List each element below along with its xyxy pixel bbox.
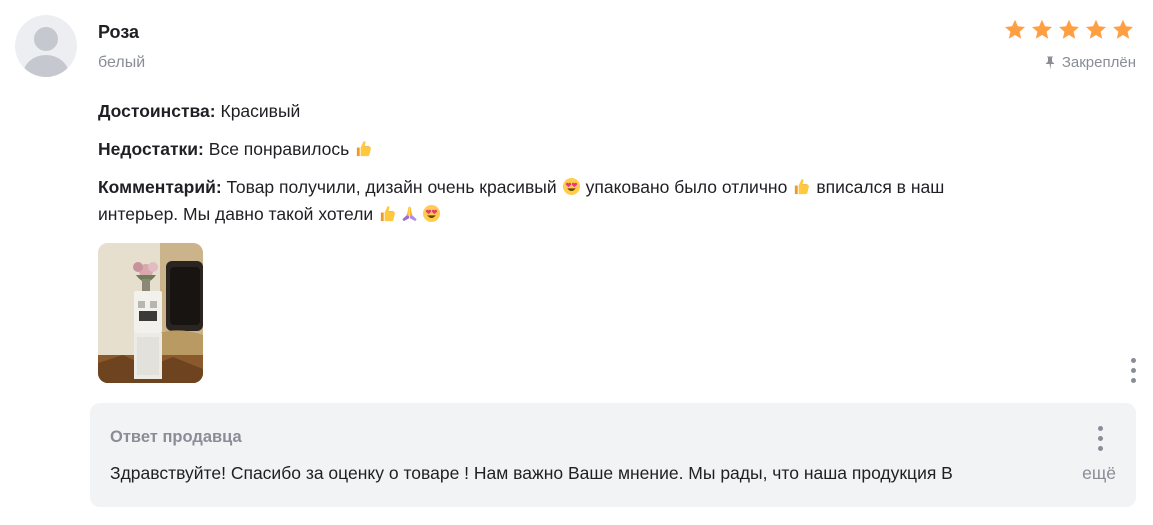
comment-block: Комментарий: Товар получили, дизайн очен… (98, 174, 1098, 228)
heart-eyes-emoji-icon (562, 177, 581, 196)
folded-hands-emoji-icon (400, 204, 419, 223)
pros-text: Красивый (220, 101, 301, 121)
thumbs-up-emoji-icon (354, 139, 373, 158)
seller-reply-text: Здравствуйте! Спасибо за оценку о товаре… (110, 463, 953, 483)
cons-line: Недостатки: Все понравилось (98, 136, 1098, 163)
rating-stars (1003, 18, 1135, 42)
star-icon (1084, 18, 1108, 42)
star-icon (1030, 18, 1054, 42)
thumbs-up-emoji-icon (792, 177, 811, 196)
comment-label: Комментарий: (98, 177, 222, 197)
comment-text-4: интерьер. Мы давно такой хотели (98, 204, 374, 224)
product-variant: белый (98, 54, 146, 71)
pinned-label: Закреплён (1061, 54, 1136, 71)
star-icon (1003, 18, 1027, 42)
review-photo-thumbnail[interactable] (98, 243, 203, 383)
avatar-head-shape (34, 27, 58, 51)
water-cooler-photo (98, 243, 203, 383)
star-icon (1111, 18, 1135, 42)
seller-reply: Ответ продавца Здравствуйте! Спасибо за … (90, 403, 1136, 507)
author-name: Роза (98, 22, 140, 42)
star-icon (1057, 18, 1081, 42)
pin-icon (1045, 56, 1055, 69)
pros-label: Достоинства: (98, 101, 216, 121)
cons-text: Все понравилось (208, 139, 350, 159)
seller-reply-title: Ответ продавца (110, 428, 242, 446)
thumbs-up-emoji-icon (378, 204, 397, 223)
comment-text-2: упаковано было отлично (585, 177, 788, 197)
review-menu-kebab-icon[interactable] (1130, 358, 1136, 383)
cons-label: Недостатки: (98, 139, 204, 159)
reply-menu-kebab-icon[interactable] (1097, 426, 1103, 451)
show-more-link[interactable]: ещё (1082, 463, 1116, 484)
text-fade-overlay (1020, 461, 1080, 491)
avatar-body-shape (23, 55, 69, 77)
pros-line: Достоинства: Красивый (98, 98, 1098, 125)
heart-eyes-emoji-icon (422, 204, 441, 223)
comment-text-1: Товар получили, дизайн очень красивый (226, 177, 557, 197)
comment-text-3: вписался в наш (816, 177, 945, 197)
pinned-badge: Закреплён (1042, 54, 1136, 71)
avatar[interactable] (15, 15, 77, 77)
